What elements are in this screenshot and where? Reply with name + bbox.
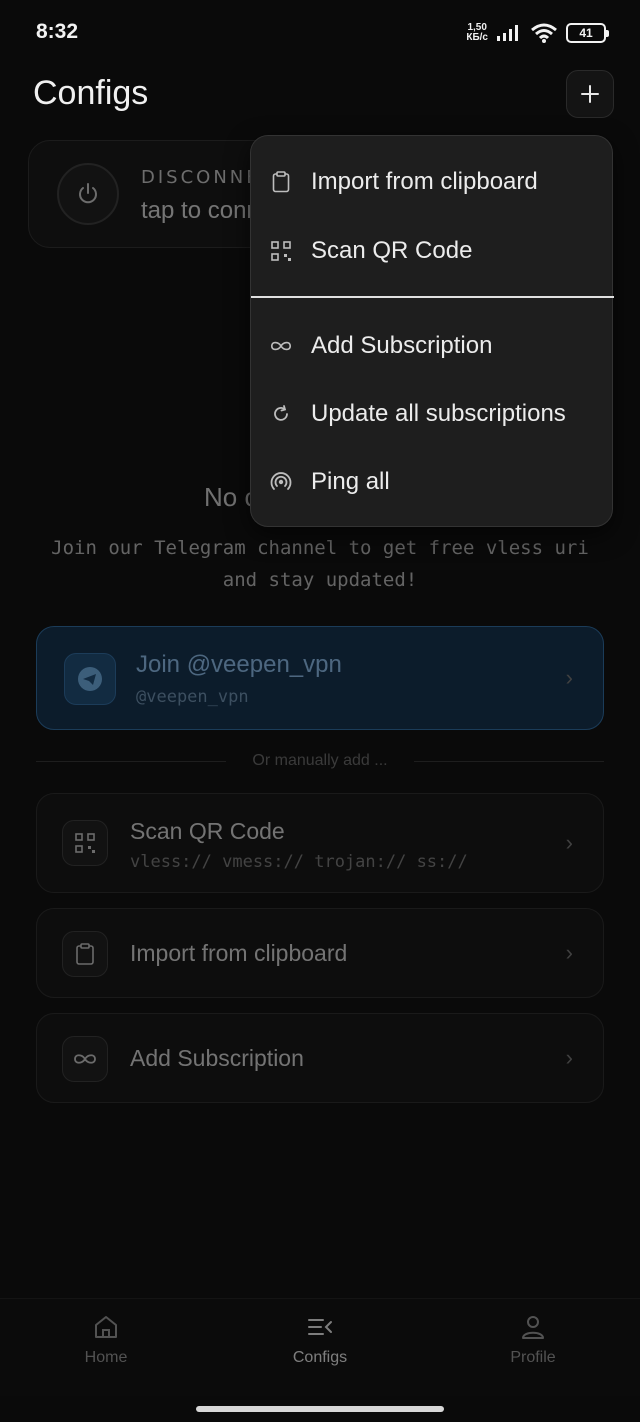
clipboard-icon: [269, 170, 293, 194]
power-button[interactable]: [57, 163, 119, 225]
menu-item-add-subscription[interactable]: Add Subscription: [251, 316, 614, 376]
chevron-right-icon: ›: [565, 665, 573, 690]
qr-code-icon: [269, 239, 293, 263]
option-title: Add Subscription: [130, 1045, 304, 1071]
infinity-icon: [269, 334, 293, 358]
menu-item-label: Scan QR Code: [311, 237, 473, 264]
chevron-right-icon: ›: [565, 830, 573, 855]
menu-item-label: Add Subscription: [311, 332, 493, 359]
nav-label: Configs: [292, 1349, 348, 1366]
add-config-menu: Import from clipboard Scan QR Code Add S…: [250, 135, 614, 527]
menu-divider: [251, 296, 614, 298]
scan-qr-option[interactable]: Scan QR Code vless:// vmess:// trojan://…: [36, 793, 604, 893]
add-subscription-option[interactable]: Add Subscription ›: [36, 1013, 604, 1103]
configs-icon: [308, 1319, 332, 1335]
telegram-icon: [64, 653, 116, 705]
bottom-navigation: Home Configs Profile: [0, 1298, 640, 1396]
telegram-handle: @veepen_vpn: [136, 687, 249, 707]
manual-add-divider: Or manually add ...: [36, 752, 604, 772]
menu-item-label: Import from clipboard: [311, 168, 538, 195]
menu-item-import-clipboard[interactable]: Import from clipboard: [251, 152, 614, 212]
profile-icon: [522, 1316, 544, 1339]
power-icon: [79, 183, 97, 204]
home-indicator[interactable]: [196, 1406, 444, 1412]
menu-item-update-subscriptions[interactable]: Update all subscriptions: [251, 384, 614, 444]
option-title: Import from clipboard: [130, 940, 348, 966]
nav-item-profile[interactable]: Profile: [463, 1313, 603, 1383]
home-icon: [95, 1316, 117, 1338]
nav-item-home[interactable]: Home: [36, 1313, 176, 1383]
telegram-join-card[interactable]: Join @veepen_vpn @veepen_vpn ›: [36, 626, 604, 730]
chevron-right-icon: ›: [565, 940, 573, 965]
nav-item-configs[interactable]: Configs: [250, 1313, 390, 1383]
refresh-icon: [269, 402, 293, 426]
ping-icon: [269, 470, 293, 494]
menu-item-ping-all[interactable]: Ping all: [251, 452, 614, 512]
menu-item-scan-qr[interactable]: Scan QR Code: [251, 221, 614, 281]
nav-label: Home: [84, 1349, 128, 1366]
qr-code-icon: [62, 820, 108, 866]
menu-item-label: Ping all: [311, 468, 390, 495]
empty-state-description: Join our Telegram channel to get free vl…: [51, 537, 589, 591]
clipboard-icon: [62, 931, 108, 977]
option-title: Scan QR Code: [130, 818, 285, 844]
option-subtitle: vless:// vmess:// trojan:// ss://: [130, 852, 468, 872]
import-clipboard-option[interactable]: Import from clipboard ›: [36, 908, 604, 998]
telegram-title: Join @veepen_vpn: [136, 651, 342, 678]
menu-item-label: Update all subscriptions: [311, 400, 566, 427]
infinity-icon: [62, 1036, 108, 1082]
nav-label: Profile: [510, 1349, 556, 1366]
chevron-right-icon: ›: [565, 1045, 573, 1070]
divider-line: [414, 761, 604, 762]
